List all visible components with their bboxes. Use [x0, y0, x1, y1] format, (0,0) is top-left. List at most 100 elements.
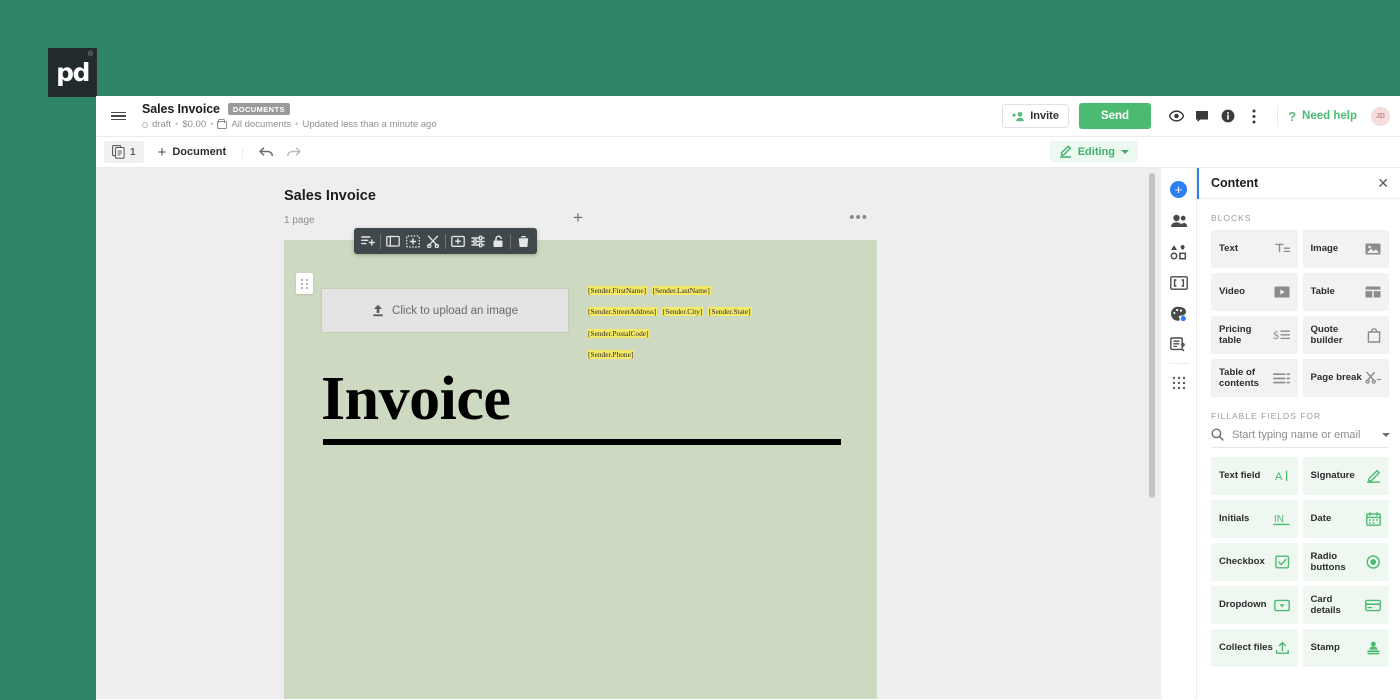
field-tile-card-details[interactable]: Card details: [1302, 586, 1389, 624]
image-upload-placeholder[interactable]: Click to upload an image: [321, 288, 569, 333]
svg-text:$: $: [1273, 328, 1279, 342]
fillable-field-tiles: Text field A Signature Initials IN Date …: [1197, 457, 1400, 667]
field-tile-initials[interactable]: Initials IN: [1211, 500, 1298, 538]
field-tile-radio-buttons[interactable]: Radio buttons: [1302, 543, 1389, 581]
invoice-heading[interactable]: Invoice: [321, 368, 511, 430]
plus-icon: +: [157, 143, 167, 161]
tile-label: Text field: [1219, 470, 1261, 482]
svg-text:IN: IN: [1274, 514, 1284, 525]
canvas-page-title: Sales Invoice: [284, 188, 376, 204]
undo-icon[interactable]: [259, 146, 274, 158]
editing-mode-selector[interactable]: Editing: [1049, 141, 1138, 162]
field-tile-stamp[interactable]: Stamp: [1302, 629, 1389, 667]
initials-icon: IN: [1272, 512, 1290, 526]
divider: [1277, 106, 1279, 126]
tile-label: Checkbox: [1219, 556, 1265, 568]
field-tile-text-field[interactable]: Text field A: [1211, 457, 1298, 495]
field-tile-date[interactable]: Date: [1302, 500, 1389, 538]
field-tile-collect-files[interactable]: Collect files: [1211, 629, 1298, 667]
theme-palette-icon[interactable]: [1163, 298, 1195, 329]
settings-sliders-icon[interactable]: [468, 231, 488, 251]
design-shapes-icon[interactable]: [1163, 236, 1195, 267]
merge-token: [Sender.PostalCode]: [587, 328, 650, 338]
delete-icon[interactable]: [513, 231, 533, 251]
tile-label: Card details: [1310, 593, 1341, 617]
block-tile-table-of-contents[interactable]: Table of contents: [1211, 359, 1298, 397]
duplicate-icon[interactable]: [383, 231, 403, 251]
field-tile-dropdown[interactable]: Dropdown: [1211, 586, 1298, 624]
sender-line: [Sender.FirstName] [Sender.LastName]: [587, 278, 752, 299]
variables-icon[interactable]: [1163, 267, 1195, 298]
send-button[interactable]: Send: [1078, 103, 1152, 129]
top-bar: Sales Invoice DOCUMENTS draft • $0.00 • …: [96, 96, 1400, 137]
recipients-icon[interactable]: [1163, 205, 1195, 236]
canvas-scrollbar[interactable]: [1149, 173, 1155, 498]
add-block-icon[interactable]: [403, 231, 423, 251]
eye-icon[interactable]: [1163, 103, 1189, 129]
quote-builder-icon: [1367, 327, 1381, 343]
tile-label: Stamp: [1310, 642, 1340, 654]
form-fields-icon[interactable]: [1163, 329, 1195, 360]
sender-merge-fields[interactable]: [Sender.FirstName] [Sender.LastName] [Se…: [587, 278, 752, 364]
content-panel: Content ✕ BLOCKS Text Image Video Table …: [1196, 168, 1400, 699]
add-row-icon[interactable]: [358, 231, 378, 251]
document-title: Sales Invoice: [142, 102, 220, 116]
document-meta: Sales Invoice DOCUMENTS draft • $0.00 • …: [140, 102, 1002, 130]
folder-icon: [217, 118, 228, 129]
block-tile-pricing-table[interactable]: Pricing table $: [1211, 316, 1298, 354]
block-tile-page-break[interactable]: Page break: [1302, 359, 1389, 397]
page-options-button[interactable]: •••: [849, 210, 868, 225]
add-page-button[interactable]: +: [573, 209, 583, 226]
more-vertical-icon[interactable]: [1241, 103, 1267, 129]
block-tile-video[interactable]: Video: [1211, 273, 1298, 311]
drag-handle-icon[interactable]: [296, 273, 313, 294]
top-actions: Invite Send ? Need help JD: [1002, 103, 1400, 129]
add-circle-icon[interactable]: +: [1163, 174, 1195, 205]
sender-line: [Sender.PostalCode]: [587, 321, 752, 342]
pages-chip[interactable]: 1: [104, 141, 144, 163]
cut-icon[interactable]: [423, 231, 443, 251]
insert-field-icon[interactable]: [448, 231, 468, 251]
comment-icon[interactable]: [1189, 103, 1215, 129]
chevron-down-icon[interactable]: [1382, 432, 1390, 437]
collect-files-icon: [1275, 641, 1290, 655]
field-tile-checkbox[interactable]: Checkbox: [1211, 543, 1298, 581]
panel-header: Content ✕: [1197, 168, 1400, 199]
blocks-section-label: BLOCKS: [1211, 213, 1252, 223]
block-tile-text[interactable]: Text: [1211, 230, 1298, 268]
signature-icon: [1366, 469, 1381, 483]
need-help-button[interactable]: ? Need help: [1288, 109, 1357, 124]
page-count-label: 1 page: [284, 214, 315, 226]
redo-icon[interactable]: [286, 146, 301, 158]
page-break-icon: [1365, 371, 1381, 385]
info-icon[interactable]: [1215, 103, 1241, 129]
chevron-down-icon: [1121, 149, 1129, 154]
invite-plus-icon: [1012, 111, 1025, 122]
divider: [510, 233, 511, 249]
tile-label: Dropdown: [1219, 599, 1267, 611]
panel-title: Content: [1211, 176, 1259, 190]
tile-label: Quote builder: [1310, 323, 1343, 347]
separator: •: [295, 119, 299, 130]
undo-redo-group: [242, 146, 301, 158]
search-input[interactable]: [1232, 428, 1374, 441]
pages-count: 1: [130, 146, 136, 158]
recipient-search[interactable]: [1211, 428, 1390, 448]
add-document-button[interactable]: + Document: [158, 145, 227, 160]
workspace: Sales Invoice 1 page + ••• Click to uplo…: [96, 168, 1400, 699]
apps-grid-icon[interactable]: [1163, 367, 1195, 398]
need-help-label: Need help: [1302, 110, 1357, 122]
pages-icon: [112, 145, 125, 159]
block-tile-image[interactable]: Image: [1302, 230, 1389, 268]
folder-link[interactable]: All documents: [231, 119, 291, 130]
field-tile-signature[interactable]: Signature: [1302, 457, 1389, 495]
unlock-icon[interactable]: [488, 231, 508, 251]
block-tile-table[interactable]: Table: [1302, 273, 1389, 311]
invite-button[interactable]: Invite: [1002, 104, 1069, 128]
pricing-table-icon: $: [1273, 328, 1290, 342]
block-tile-quote-builder[interactable]: Quote builder: [1302, 316, 1389, 354]
hamburger-icon[interactable]: [96, 96, 140, 137]
editing-label: Editing: [1077, 145, 1115, 158]
close-icon[interactable]: ✕: [1377, 176, 1389, 190]
avatar[interactable]: JD: [1371, 106, 1390, 126]
